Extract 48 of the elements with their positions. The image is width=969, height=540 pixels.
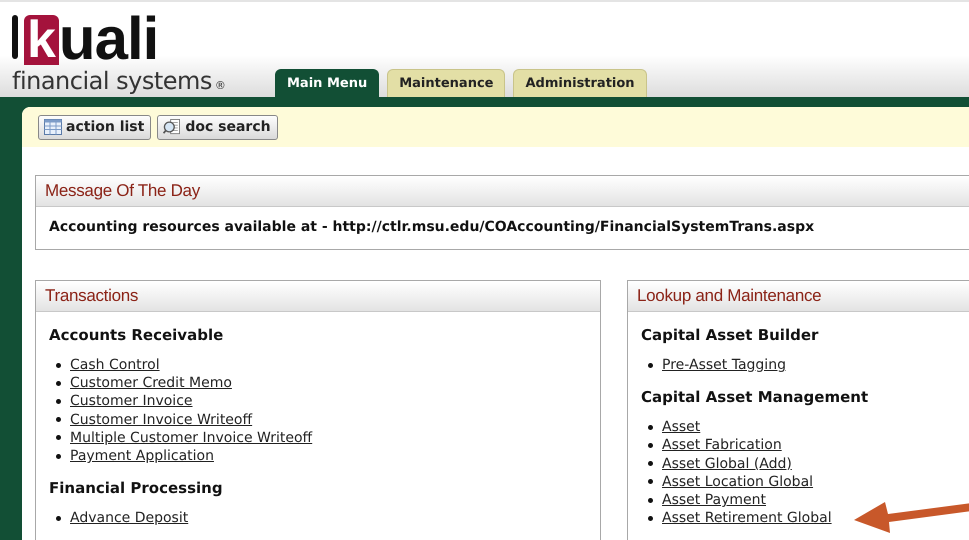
menu-link[interactable]: Asset Location Global <box>662 474 814 490</box>
registered-mark: ® <box>214 79 226 92</box>
logo-mark: k <box>24 15 59 65</box>
section-heading: Capital Asset Builder <box>641 326 820 344</box>
toolbar-button[interactable]: action list <box>38 114 152 140</box>
bullet-icon <box>56 380 61 386</box>
bullet-icon <box>56 417 61 422</box>
bullet-icon <box>648 516 653 521</box>
bullet-icon <box>648 479 653 484</box>
bullet-icon <box>648 362 653 368</box>
document-magnifier-icon <box>163 119 182 135</box>
menu-link[interactable]: Asset Retirement Global <box>662 510 832 526</box>
bullet-icon <box>648 461 653 466</box>
menu-link[interactable]: Asset Fabrication <box>662 437 782 454</box>
bullet-icon <box>56 435 61 440</box>
menu-link[interactable]: Asset Payment <box>662 492 766 508</box>
menu-link[interactable]: Pre-Asset Tagging <box>662 357 786 374</box>
section-heading: Accounts Receivable <box>49 326 224 344</box>
bullet-icon <box>648 498 653 503</box>
menu-link[interactable]: Payment Application <box>70 448 214 464</box>
table-icon <box>44 119 62 135</box>
bullet-icon <box>56 398 61 404</box>
bullet-icon <box>648 424 653 430</box>
bullet-icon <box>648 442 653 448</box>
nav-tab[interactable]: Maintenance <box>387 69 506 97</box>
panel-title: Transactions <box>45 286 138 306</box>
logo-word: uali <box>58 13 158 65</box>
menu-link[interactable]: Asset Global (Add) <box>662 456 792 472</box>
toolbar-button[interactable]: doc search <box>157 114 278 140</box>
menu-link[interactable]: Customer Invoice Writeoff <box>70 412 252 428</box>
nav-tab[interactable]: Administration <box>513 69 647 97</box>
panel-title: Lookup and Maintenance <box>637 286 822 306</box>
menu-link[interactable]: Asset <box>662 419 700 436</box>
panel-title: Message Of The Day <box>45 181 200 201</box>
message-text: Accounting resources available at - http://ctlr.msu.edu/COAccounting/FinancialSystemTrans.aspx <box>48 218 816 235</box>
bullet-icon <box>56 454 61 459</box>
menu-link[interactable]: Multiple Customer Invoice Writeoff <box>70 430 312 446</box>
section-heading: Financial Processing <box>49 479 224 498</box>
menu-link[interactable]: Customer Invoice <box>70 393 193 410</box>
bullet-icon <box>56 362 61 368</box>
nav-tab[interactable]: Main Menu <box>275 69 380 97</box>
bullet-icon <box>56 516 61 521</box>
section-heading: Capital Asset Management <box>641 388 870 406</box>
menu-link[interactable]: Customer Credit Memo <box>70 375 232 392</box>
logo-tagline: financial systems <box>12 67 212 95</box>
logo-bar-icon <box>12 15 18 59</box>
menu-link[interactable]: Cash Control <box>70 357 160 374</box>
menu-link[interactable]: Advance Deposit <box>70 510 188 526</box>
